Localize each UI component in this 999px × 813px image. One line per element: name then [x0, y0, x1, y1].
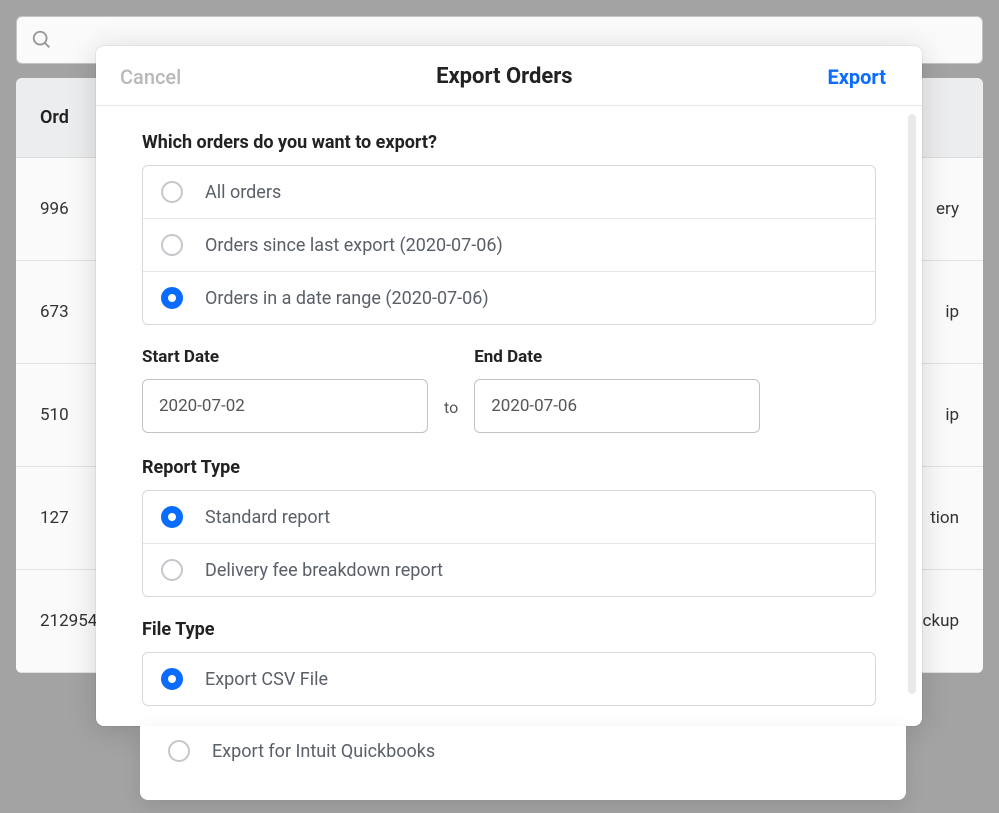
report-type-group: Standard report Delivery fee breakdown r…: [142, 490, 876, 597]
modal-title: Export Orders: [436, 64, 573, 89]
export-button[interactable]: Export: [827, 65, 886, 89]
order-id: 510: [40, 405, 69, 425]
row-tail: ip: [945, 302, 959, 322]
which-orders-label: Which orders do you want to export?: [142, 132, 876, 153]
option-all-orders[interactable]: All orders: [143, 166, 875, 219]
row-tail: ip: [945, 405, 959, 425]
radio-icon: [161, 559, 183, 581]
start-date-input[interactable]: [142, 379, 428, 433]
row-tail: tion: [930, 508, 959, 528]
end-date-input[interactable]: [474, 379, 760, 433]
radio-icon: [161, 234, 183, 256]
order-scope-group: All orders Orders since last export (202…: [142, 165, 876, 325]
radio-icon: [161, 668, 183, 690]
option-label: Orders in a date range (2020-07-06): [205, 288, 489, 309]
option-label: Delivery fee breakdown report: [205, 560, 443, 581]
option-label: Export for Intuit Quickbooks: [212, 741, 435, 762]
option-label: Standard report: [205, 507, 330, 528]
radio-icon: [168, 740, 190, 762]
order-id: 996: [40, 199, 69, 219]
order-id: 673: [40, 302, 69, 322]
option-export-csv[interactable]: Export CSV File: [143, 653, 875, 705]
option-label: Export CSV File: [205, 669, 328, 690]
order-id: 127: [40, 508, 69, 528]
export-orders-modal: Cancel Export Orders Export Which orders…: [96, 46, 922, 726]
scrollbar[interactable]: [908, 114, 916, 694]
file-type-label: File Type: [142, 619, 876, 640]
modal-overflow: Export for Intuit Quickbooks: [140, 726, 906, 800]
option-delivery-fee-breakdown[interactable]: Delivery fee breakdown report: [143, 544, 875, 596]
radio-icon: [161, 506, 183, 528]
radio-icon: [161, 287, 183, 309]
option-since-last-export[interactable]: Orders since last export (2020-07-06): [143, 219, 875, 272]
column-order: Ord: [40, 107, 69, 128]
modal-header: Cancel Export Orders Export: [96, 46, 922, 106]
file-type-group: Export CSV File: [142, 652, 876, 706]
option-date-range[interactable]: Orders in a date range (2020-07-06): [143, 272, 875, 324]
modal-body: Which orders do you want to export? All …: [96, 106, 922, 726]
radio-icon: [161, 181, 183, 203]
date-range-row: Start Date to End Date: [142, 347, 876, 433]
search-icon: [31, 29, 53, 51]
start-date-label: Start Date: [142, 347, 428, 367]
to-label: to: [444, 398, 458, 433]
row-tail: ery: [936, 199, 959, 219]
option-label: All orders: [205, 182, 281, 203]
cancel-button[interactable]: Cancel: [120, 65, 181, 89]
end-date-label: End Date: [474, 347, 760, 367]
report-type-label: Report Type: [142, 457, 876, 478]
option-export-quickbooks[interactable]: Export for Intuit Quickbooks: [140, 726, 906, 776]
option-standard-report[interactable]: Standard report: [143, 491, 875, 544]
option-label: Orders since last export (2020-07-06): [205, 235, 503, 256]
